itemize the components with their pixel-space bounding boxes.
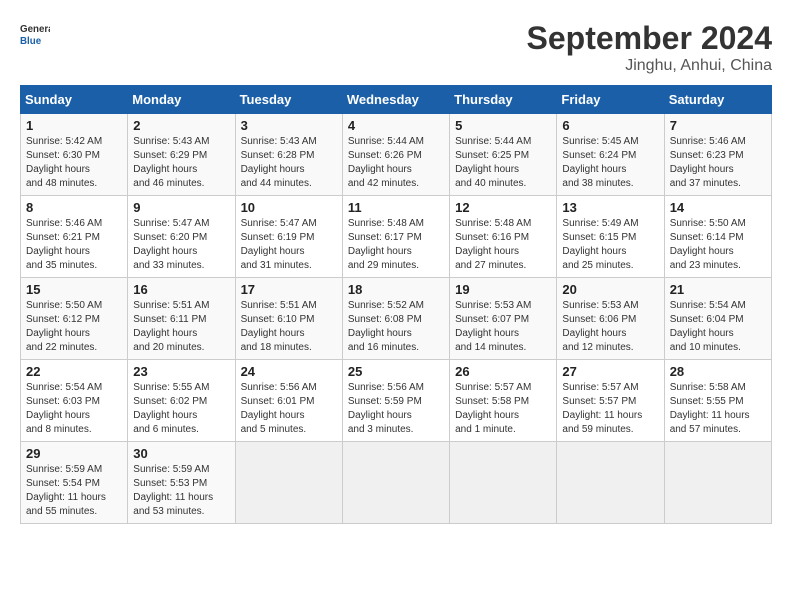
empty-cell-1 <box>235 442 342 524</box>
day-26: 26 Sunrise: 5:57 AMSunset: 5:58 PMDaylig… <box>450 360 557 442</box>
calendar-table: Sunday Monday Tuesday Wednesday Thursday… <box>20 85 772 524</box>
day-23: 23 Sunrise: 5:55 AMSunset: 6:02 PMDaylig… <box>128 360 235 442</box>
header-thursday: Thursday <box>450 86 557 114</box>
header-wednesday: Wednesday <box>342 86 449 114</box>
location: Jinghu, Anhui, China <box>527 57 772 75</box>
svg-text:Blue: Blue <box>20 36 42 47</box>
day-25: 25 Sunrise: 5:56 AMSunset: 5:59 PMDaylig… <box>342 360 449 442</box>
svg-text:General: General <box>20 24 50 35</box>
header-tuesday: Tuesday <box>235 86 342 114</box>
day-28: 28 Sunrise: 5:58 AMSunset: 5:55 PMDaylig… <box>664 360 771 442</box>
day-27: 27 Sunrise: 5:57 AMSunset: 5:57 PMDaylig… <box>557 360 664 442</box>
logo-icon: General Blue <box>20 20 50 50</box>
month-title: September 2024 <box>527 20 772 57</box>
empty-cell-4 <box>557 442 664 524</box>
empty-cell-3 <box>450 442 557 524</box>
header-sunday: Sunday <box>21 86 128 114</box>
empty-cell-5 <box>664 442 771 524</box>
logo: General Blue <box>20 20 50 50</box>
day-9: 9 Sunrise: 5:47 AMSunset: 6:20 PMDayligh… <box>128 196 235 278</box>
week-row-3: 15 Sunrise: 5:50 AMSunset: 6:12 PMDaylig… <box>21 278 772 360</box>
day-20: 20 Sunrise: 5:53 AMSunset: 6:06 PMDaylig… <box>557 278 664 360</box>
day-2: 2 Sunrise: 5:43 AMSunset: 6:29 PMDayligh… <box>128 114 235 196</box>
day-15: 15 Sunrise: 5:50 AMSunset: 6:12 PMDaylig… <box>21 278 128 360</box>
day-30: 30 Sunrise: 5:59 AMSunset: 5:53 PMDaylig… <box>128 442 235 524</box>
day-19: 19 Sunrise: 5:53 AMSunset: 6:07 PMDaylig… <box>450 278 557 360</box>
week-row-2: 8 Sunrise: 5:46 AMSunset: 6:21 PMDayligh… <box>21 196 772 278</box>
empty-cell-2 <box>342 442 449 524</box>
page-header: General Blue September 2024 Jinghu, Anhu… <box>20 20 772 75</box>
title-block: September 2024 Jinghu, Anhui, China <box>527 20 772 75</box>
day-7: 7 Sunrise: 5:46 AMSunset: 6:23 PMDayligh… <box>664 114 771 196</box>
day-21: 21 Sunrise: 5:54 AMSunset: 6:04 PMDaylig… <box>664 278 771 360</box>
header-monday: Monday <box>128 86 235 114</box>
header-friday: Friday <box>557 86 664 114</box>
day-24: 24 Sunrise: 5:56 AMSunset: 6:01 PMDaylig… <box>235 360 342 442</box>
day-5: 5 Sunrise: 5:44 AMSunset: 6:25 PMDayligh… <box>450 114 557 196</box>
day-4: 4 Sunrise: 5:44 AMSunset: 6:26 PMDayligh… <box>342 114 449 196</box>
day-17: 17 Sunrise: 5:51 AMSunset: 6:10 PMDaylig… <box>235 278 342 360</box>
day-11: 11 Sunrise: 5:48 AMSunset: 6:17 PMDaylig… <box>342 196 449 278</box>
day-13: 13 Sunrise: 5:49 AMSunset: 6:15 PMDaylig… <box>557 196 664 278</box>
day-22: 22 Sunrise: 5:54 AMSunset: 6:03 PMDaylig… <box>21 360 128 442</box>
day-16: 16 Sunrise: 5:51 AMSunset: 6:11 PMDaylig… <box>128 278 235 360</box>
day-1: 1 Sunrise: 5:42 AMSunset: 6:30 PMDayligh… <box>21 114 128 196</box>
calendar-header-row: Sunday Monday Tuesday Wednesday Thursday… <box>21 86 772 114</box>
day-6: 6 Sunrise: 5:45 AMSunset: 6:24 PMDayligh… <box>557 114 664 196</box>
week-row-4: 22 Sunrise: 5:54 AMSunset: 6:03 PMDaylig… <box>21 360 772 442</box>
day-29: 29 Sunrise: 5:59 AMSunset: 5:54 PMDaylig… <box>21 442 128 524</box>
day-8: 8 Sunrise: 5:46 AMSunset: 6:21 PMDayligh… <box>21 196 128 278</box>
header-saturday: Saturday <box>664 86 771 114</box>
day-14: 14 Sunrise: 5:50 AMSunset: 6:14 PMDaylig… <box>664 196 771 278</box>
day-12: 12 Sunrise: 5:48 AMSunset: 6:16 PMDaylig… <box>450 196 557 278</box>
day-3: 3 Sunrise: 5:43 AMSunset: 6:28 PMDayligh… <box>235 114 342 196</box>
day-18: 18 Sunrise: 5:52 AMSunset: 6:08 PMDaylig… <box>342 278 449 360</box>
day-10: 10 Sunrise: 5:47 AMSunset: 6:19 PMDaylig… <box>235 196 342 278</box>
week-row-5: 29 Sunrise: 5:59 AMSunset: 5:54 PMDaylig… <box>21 442 772 524</box>
week-row-1: 1 Sunrise: 5:42 AMSunset: 6:30 PMDayligh… <box>21 114 772 196</box>
